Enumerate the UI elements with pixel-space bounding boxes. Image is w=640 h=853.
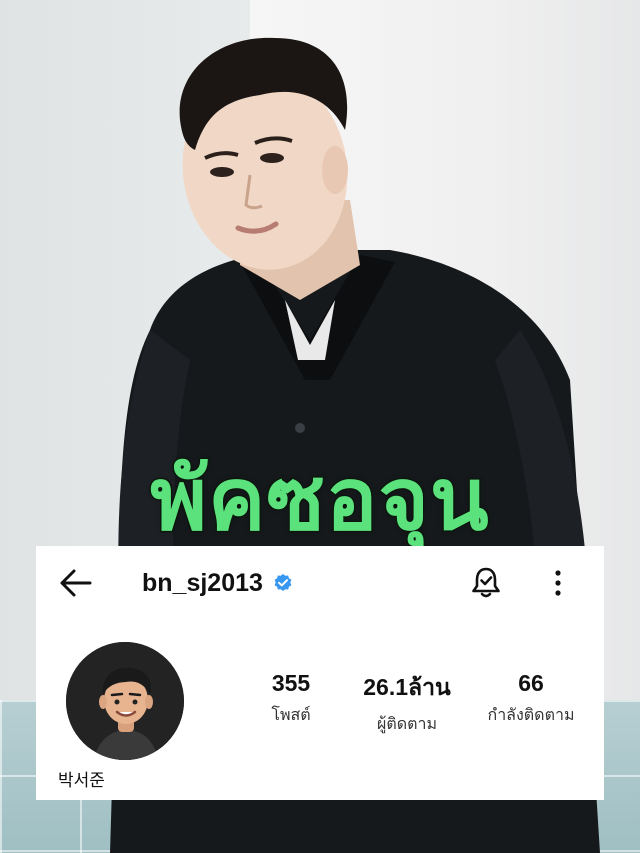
verified-badge-icon	[273, 573, 293, 593]
profile-card: bn_sj2013 박서준 355 โพสต์ 26.1ล้าน ผู้ติดต…	[36, 546, 604, 800]
memoji-avatar-icon	[66, 642, 184, 760]
avatar[interactable]	[66, 642, 184, 760]
following-count: 66	[518, 670, 544, 696]
more-options-button[interactable]	[546, 566, 570, 600]
back-arrow-icon	[60, 569, 92, 597]
profile-stats: 355 โพสต์ 26.1ล้าน ผู้ติดตาม 66 กำลังติด…	[226, 670, 596, 740]
username: bn_sj2013	[142, 568, 263, 597]
profile-header: bn_sj2013	[36, 546, 604, 620]
back-button[interactable]	[56, 566, 96, 600]
display-name: 박서준	[58, 771, 105, 791]
notifications-button[interactable]	[468, 564, 504, 600]
followers-count: 26.1ล้าน	[363, 674, 451, 700]
posts-label: โพสต์	[271, 705, 311, 724]
stat-followers[interactable]: 26.1ล้าน ผู้ติดตาม	[342, 670, 472, 737]
more-vertical-icon	[555, 570, 561, 596]
following-label: กำลังติดตาม	[487, 705, 575, 724]
username-row: bn_sj2013	[142, 566, 293, 600]
posts-count: 355	[271, 670, 311, 696]
followers-label: ผู้ติดตาม	[376, 714, 438, 733]
bell-icon	[472, 567, 500, 598]
stat-following[interactable]: 66 กำลังติดตาม	[466, 670, 596, 728]
stat-posts[interactable]: 355 โพสต์	[236, 670, 346, 728]
